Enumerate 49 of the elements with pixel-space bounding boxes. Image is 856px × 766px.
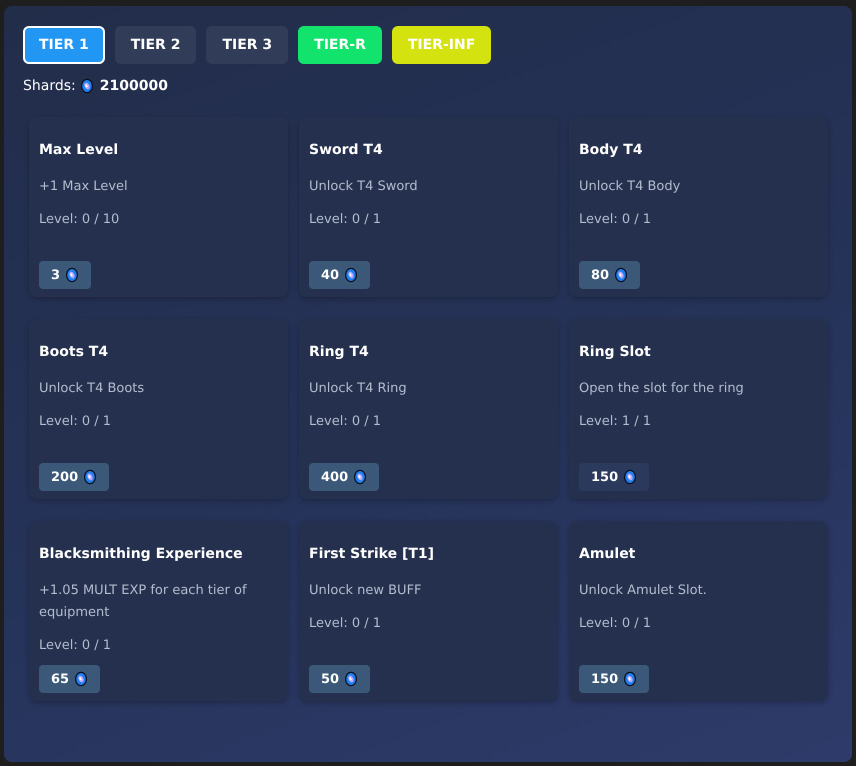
upgrade-level: Level: 0 / 10 [39,212,120,227]
gem-icon [623,671,638,687]
upgrade-level: Level: 0 / 1 [39,638,112,653]
buy-button[interactable]: 50 [309,665,370,693]
upgrade-title: Max Level [39,142,120,158]
upgrade-level: Level: 0 / 1 [39,414,112,429]
buy-button[interactable]: 40 [309,261,370,289]
upgrade-description: Unlock T4 Ring [309,380,408,398]
upgrade-description: Unlock new BUFF [309,582,423,600]
buy-button[interactable]: 150 [579,665,650,693]
upgrade-description: Unlock T4 Boots [39,380,146,398]
upgrade-level: Level: 0 / 1 [309,212,382,227]
upgrade-description: +1 Max Level [39,178,129,196]
upgrade-title: Boots T4 [39,344,110,360]
upgrade-title: Amulet [579,546,636,562]
tier-tab[interactable]: TIER 2 [114,26,196,64]
upgrade-level: Level: 0 / 1 [309,616,382,631]
upgrade-level: Level: 0 / 1 [579,212,652,227]
gem-icon [80,78,94,94]
upgrade-level: Level: 0 / 1 [309,414,382,429]
buy-button[interactable]: 65 [39,665,100,693]
gem-icon [65,267,80,283]
upgrade-title: Ring Slot [579,344,652,360]
upgrade-description: Unlock T4 Sword [309,178,419,196]
upgrade-title: Blacksmithing Experience [39,546,244,562]
gem-icon [623,469,638,485]
upgrade-description: Open the slot for the ring [579,380,745,398]
gem-icon [344,671,358,687]
shards-value: 2100000 [100,78,168,94]
buy-button[interactable]: 3 [39,261,92,289]
gem-icon [74,671,88,687]
upgrade-description: Unlock Amulet Slot. [579,582,708,600]
gem-icon [344,267,358,283]
gem-icon [353,469,368,485]
buy-button[interactable]: 80 [579,261,640,289]
upgrade-level: Level: 0 / 1 [579,616,652,631]
shards-label: Shards: [23,78,76,94]
upgrade-title: Body T4 [579,142,644,158]
upgrade-description: Unlock T4 Body [579,178,682,196]
buy-button[interactable]: 400 [309,463,380,491]
upgrade-title: Ring T4 [309,344,370,360]
buy-button[interactable]: 200 [39,463,110,491]
upgrade-title: First Strike [T1] [309,546,436,562]
upgrade-title: Sword T4 [309,142,384,158]
gem-icon [83,469,98,485]
tier-tab[interactable]: TIER 3 [206,26,288,64]
upgrade-level: Level: 1 / 1 [579,414,652,429]
gem-icon [614,267,628,283]
upgrade-description: +1.05 MULT EXP for each tier of equipment [39,582,248,622]
